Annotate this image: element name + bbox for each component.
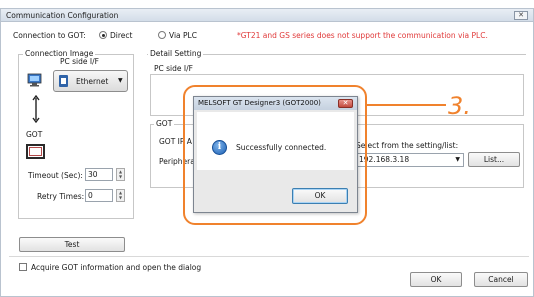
connection-to-got-label: Connection to GOT: — [13, 31, 86, 40]
interface-dropdown-value: Ethernet — [76, 77, 109, 86]
connection-arrow-icon — [32, 94, 40, 124]
acquire-got-info-checkbox[interactable] — [19, 263, 27, 271]
via-plc-radio[interactable] — [158, 31, 166, 39]
info-icon: i — [212, 140, 227, 155]
dialog-close-button[interactable]: ✕ — [338, 99, 353, 108]
interface-dropdown[interactable]: Ethernet ▼ — [53, 70, 128, 92]
select-from-list-label: Select from the setting/list: — [356, 141, 459, 150]
test-button[interactable]: Test — [19, 237, 125, 252]
window-title: Communication Configuration — [6, 11, 119, 20]
ok-button[interactable]: OK — [410, 272, 462, 287]
acquire-got-info-label: Acquire GOT information and open the dia… — [31, 263, 202, 272]
chevron-down-icon: ▼ — [455, 156, 460, 163]
success-dialog: MELSOFT GT Designer3 (GOT2000) ✕ i Succe… — [193, 96, 358, 213]
dialog-title: MELSOFT GT Designer3 (GOT2000) — [198, 99, 321, 107]
detail-setting-title: Detail Setting — [148, 49, 204, 58]
dialog-title-bar: MELSOFT GT Designer3 (GOT2000) ✕ — [194, 97, 357, 110]
timeout-label: Timeout (Sec): — [28, 171, 83, 180]
via-plc-warning: *GT21 and GS series does not support the… — [237, 31, 488, 40]
got-device-icon — [26, 144, 45, 159]
window-close-button[interactable]: ✕ — [514, 11, 528, 20]
got-section-title: GOT — [154, 119, 175, 128]
cancel-button[interactable]: Cancel — [474, 272, 528, 287]
separator — [9, 256, 529, 257]
callout-number: 3. — [448, 92, 471, 120]
timeout-stepper[interactable]: ▲ ▼ — [116, 168, 125, 181]
chevron-down-icon: ▼ — [118, 77, 123, 84]
retry-times-input[interactable]: 0 — [85, 189, 113, 202]
direct-radio[interactable] — [99, 31, 107, 39]
dialog-ok-button[interactable]: OK — [292, 188, 348, 204]
title-bar: Communication Configuration ✕ — [1, 9, 533, 22]
retry-times-stepper[interactable]: ▲ ▼ — [116, 189, 125, 202]
pc-icon — [27, 73, 44, 87]
ethernet-port-icon — [58, 74, 69, 88]
timeout-input[interactable]: 30 — [85, 168, 113, 181]
got-label: GOT — [26, 130, 43, 139]
via-plc-radio-label: Via PLC — [169, 31, 197, 40]
direct-radio-label: Direct — [110, 31, 133, 40]
ip-address-dropdown[interactable]: 192.168.3.18 ▼ — [356, 153, 464, 167]
callout-line — [366, 104, 446, 106]
list-button[interactable]: List... — [468, 152, 520, 167]
retry-times-label: Retry Times: — [37, 192, 85, 201]
detail-pc-side-if-label: PC side I/F — [154, 64, 193, 73]
pc-side-if-label: PC side I/F — [60, 57, 99, 66]
dialog-message: Successfully connected. — [236, 143, 327, 152]
